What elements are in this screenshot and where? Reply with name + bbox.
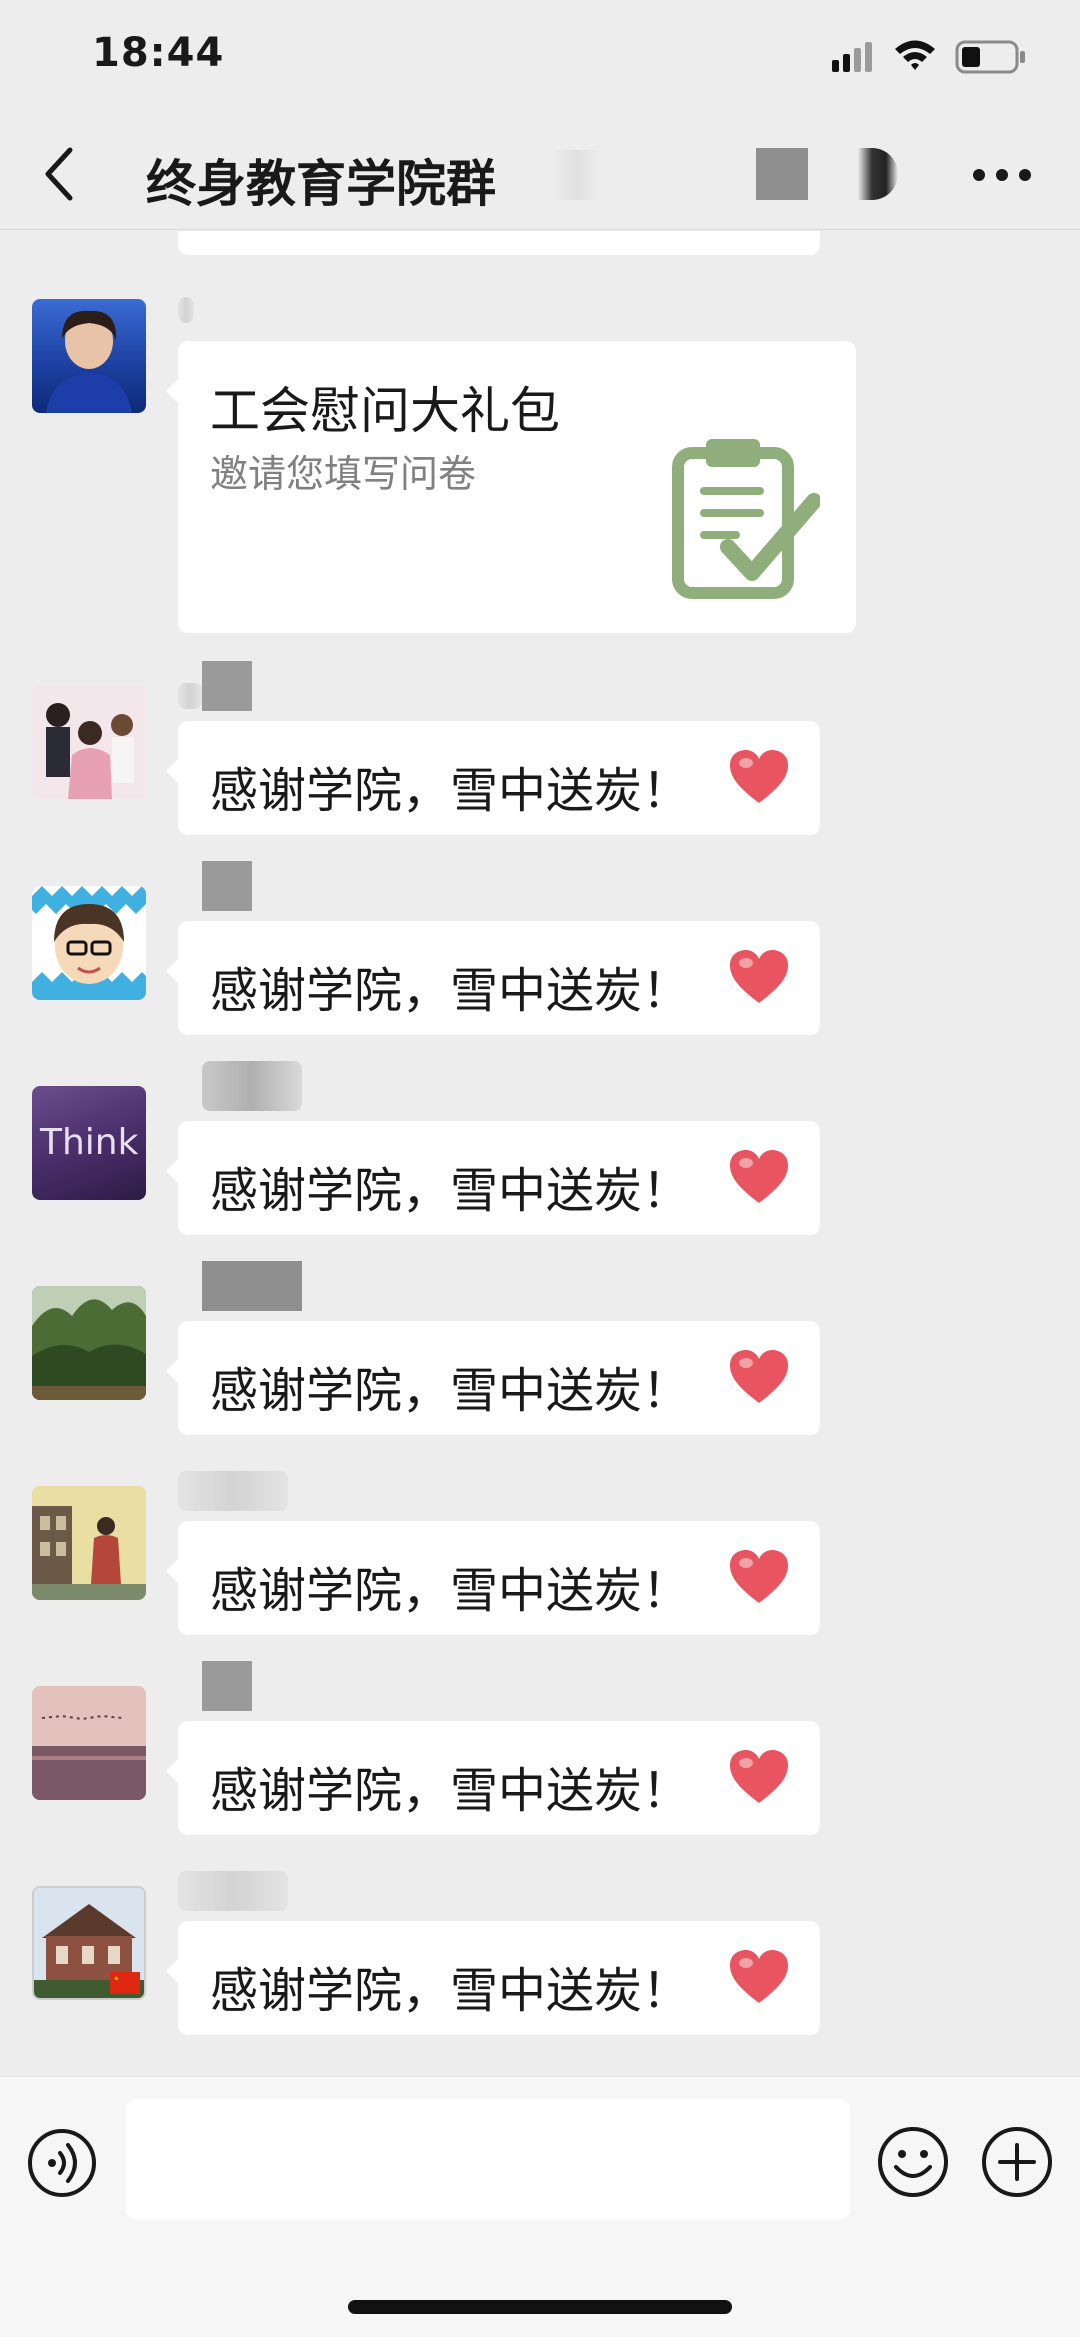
cellular-signal-icon	[832, 42, 872, 72]
chat-title: 终身教育学院群	[146, 155, 496, 213]
previous-message-bubble	[178, 231, 820, 255]
heart-icon	[730, 1550, 788, 1603]
chat-message-list[interactable]: 工会慰问大礼包 邀请您填写问卷 感谢学院，雪中送炭！ 感谢学院，雪中送炭！ Th…	[0, 231, 1080, 2076]
redacted-sender-name	[178, 297, 194, 323]
heart-icon	[730, 1150, 788, 1203]
avatar[interactable]	[32, 886, 146, 1000]
nav-bar: 终身教育学院群	[0, 120, 1080, 230]
avatar-text: Think	[40, 1122, 139, 1163]
avatar[interactable]	[32, 1686, 146, 1800]
clipboard-check-icon	[672, 439, 820, 599]
card-subtitle: 邀请您填写问卷	[210, 452, 477, 496]
message-bubble[interactable]: 感谢学院，雪中送炭！	[166, 1721, 820, 1835]
redacted-sender-name	[202, 1261, 302, 1311]
card-title: 工会慰问大礼包	[210, 382, 560, 440]
redacted-member-count	[552, 150, 602, 200]
home-indicator	[348, 2300, 732, 2314]
heart-icon	[730, 750, 788, 803]
avatar[interactable]	[32, 1286, 146, 1400]
battery-icon	[955, 40, 1025, 74]
redacted-sender-name	[178, 1471, 288, 1511]
heart-icon	[730, 950, 788, 1003]
plus-icon[interactable]	[980, 2125, 1054, 2199]
more-options-icon[interactable]	[972, 168, 1032, 182]
redacted-sender-name	[202, 1061, 302, 1111]
back-arrow-icon[interactable]	[38, 144, 82, 204]
heart-icon	[730, 1350, 788, 1403]
avatar[interactable]: Think	[32, 1086, 146, 1200]
message-text: 感谢学院，雪中送炭！	[210, 1563, 691, 1619]
status-time: 18:44	[92, 30, 225, 76]
message-bubble[interactable]: 感谢学院，雪中送炭！	[166, 1321, 820, 1435]
redacted-sender-name	[202, 661, 252, 711]
message-bubble[interactable]: 感谢学院，雪中送炭！	[166, 1521, 820, 1635]
avatar[interactable]	[32, 299, 146, 413]
status-bar: 18:44	[0, 0, 1080, 120]
message-bubble[interactable]: 感谢学院，雪中送炭！	[166, 1121, 820, 1235]
emoji-icon[interactable]	[876, 2125, 950, 2199]
message-bubble[interactable]: 感谢学院，雪中送炭！	[166, 1921, 820, 2035]
message-text: 感谢学院，雪中送炭！	[210, 763, 691, 819]
heart-icon	[730, 1950, 788, 2003]
avatar[interactable]	[32, 685, 146, 799]
message-text: 感谢学院，雪中送炭！	[210, 1963, 691, 2019]
message-text: 感谢学院，雪中送炭！	[210, 963, 691, 1019]
redacted-sender-name	[178, 1871, 288, 1911]
message-text: 感谢学院，雪中送炭！	[210, 1363, 691, 1419]
redacted-sender-name	[202, 1661, 252, 1711]
card-message-bubble[interactable]: 工会慰问大礼包 邀请您填写问卷	[166, 341, 856, 633]
wifi-icon	[895, 40, 935, 70]
avatar-portrait	[46, 310, 132, 413]
message-text: 感谢学院，雪中送炭！	[210, 1163, 691, 1219]
input-bar	[0, 2076, 1080, 2337]
redacted-sender-name	[178, 683, 202, 709]
message-bubble[interactable]: 感谢学院，雪中送炭！	[166, 921, 820, 1035]
message-input[interactable]	[126, 2099, 850, 2219]
message-text: 感谢学院，雪中送炭！	[210, 1763, 691, 1819]
voice-input-icon[interactable]	[26, 2127, 98, 2199]
redacted-block	[756, 148, 808, 200]
redacted-sender-name	[202, 861, 252, 911]
avatar[interactable]	[32, 1486, 146, 1600]
message-bubble[interactable]: 感谢学院，雪中送炭！	[166, 721, 820, 835]
avatar[interactable]	[32, 1886, 146, 2000]
heart-icon	[730, 1750, 788, 1803]
